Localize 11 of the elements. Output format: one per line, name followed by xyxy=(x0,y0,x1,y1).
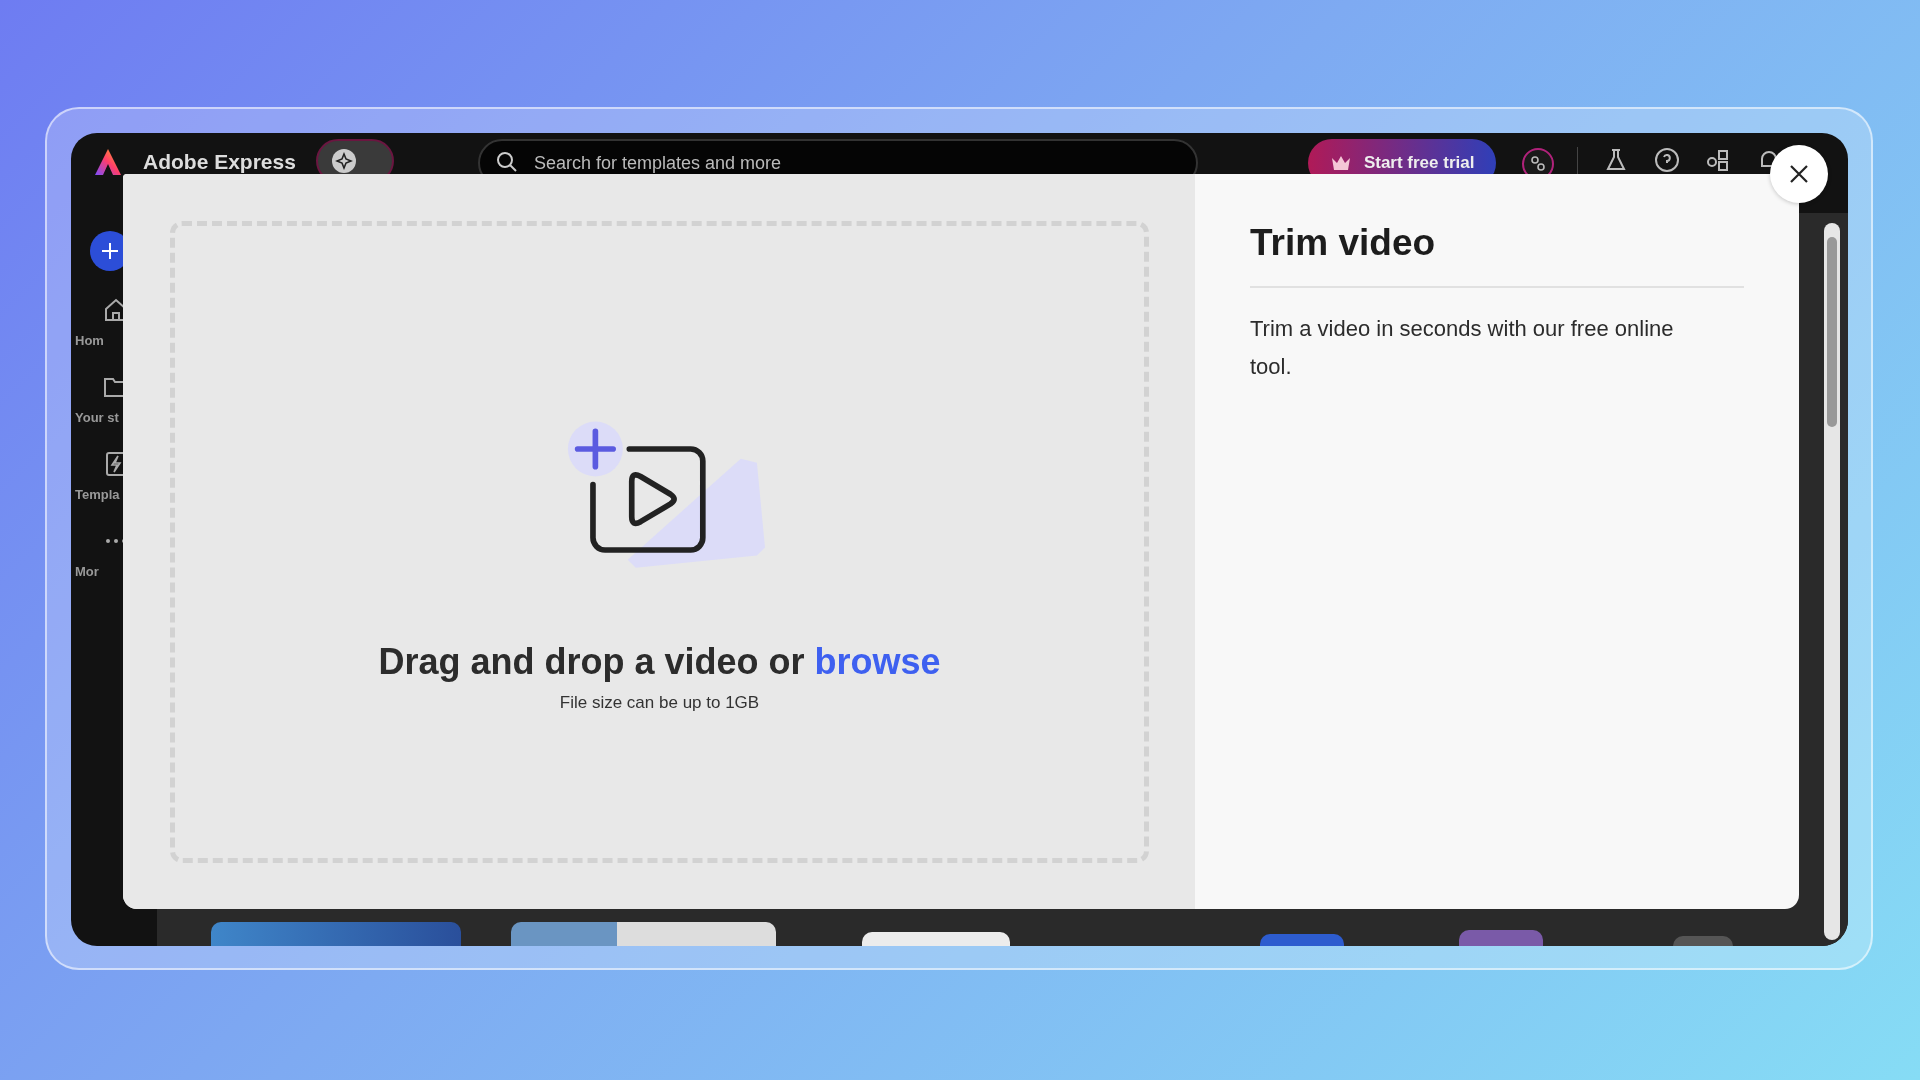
dialog-description: Trim a video in seconds with our free online tool. xyxy=(1250,315,1675,381)
browse-link[interactable]: browse xyxy=(814,641,941,682)
sidebar-label[interactable]: Mor xyxy=(75,564,99,579)
file-size-hint: File size can be up to 1GB xyxy=(559,693,760,713)
drop-instruction: Drag and drop a video or browse xyxy=(378,641,941,683)
drop-zone[interactable]: Drag and drop a video or browse File size can be up to 1GB xyxy=(170,221,1149,863)
sidebar-label[interactable]: Hom xyxy=(75,333,104,348)
brand-name: Adobe Express xyxy=(143,150,296,174)
sidebar-label[interactable]: Templa xyxy=(75,487,120,502)
sidebar-label[interactable]: Your st xyxy=(75,410,119,425)
dialog-title: Trim video xyxy=(1250,222,1437,264)
